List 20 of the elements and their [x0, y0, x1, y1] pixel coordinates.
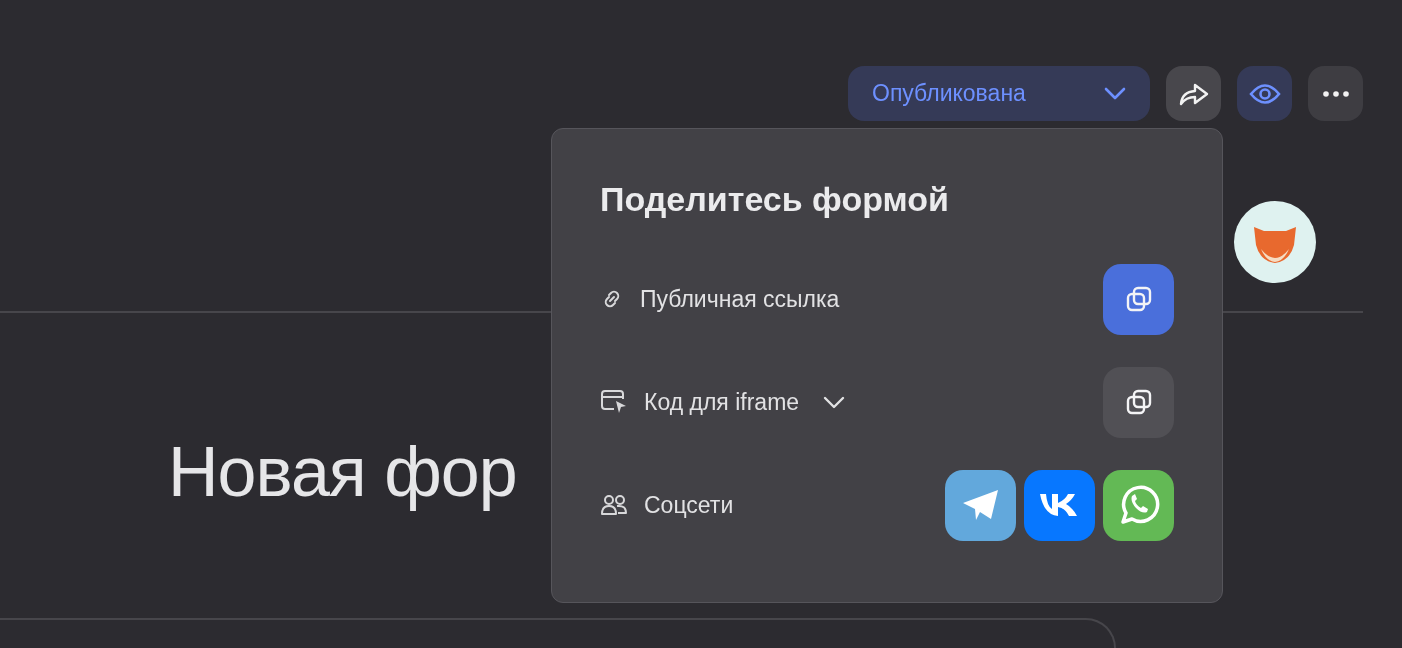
form-title: Новая фор — [168, 433, 517, 511]
eye-icon — [1248, 82, 1281, 105]
copy-icon — [1124, 388, 1153, 417]
copy-icon — [1124, 285, 1153, 314]
more-icon — [1322, 90, 1349, 97]
copy-button[interactable] — [1103, 366, 1174, 438]
chevron-down-icon — [1104, 86, 1126, 101]
copy-button[interactable] — [1103, 263, 1174, 335]
row-label: Соцсети — [644, 491, 734, 521]
chat-bubble-button[interactable] — [1103, 469, 1174, 541]
people-icon — [600, 494, 628, 517]
chevron-down-icon — [823, 395, 846, 409]
paper-plane-button[interactable] — [945, 469, 1016, 541]
status-dropdown[interactable]: Опубликована — [848, 66, 1150, 121]
row-label: Публичная ссылка — [640, 285, 840, 315]
more-button[interactable] — [1308, 66, 1363, 121]
preview-button[interactable] — [1237, 66, 1292, 121]
popover-title: Поделитесь формой — [600, 179, 950, 220]
embed-code-dropdown[interactable]: Код для iframe — [644, 385, 846, 420]
avatar[interactable] — [1234, 201, 1316, 283]
